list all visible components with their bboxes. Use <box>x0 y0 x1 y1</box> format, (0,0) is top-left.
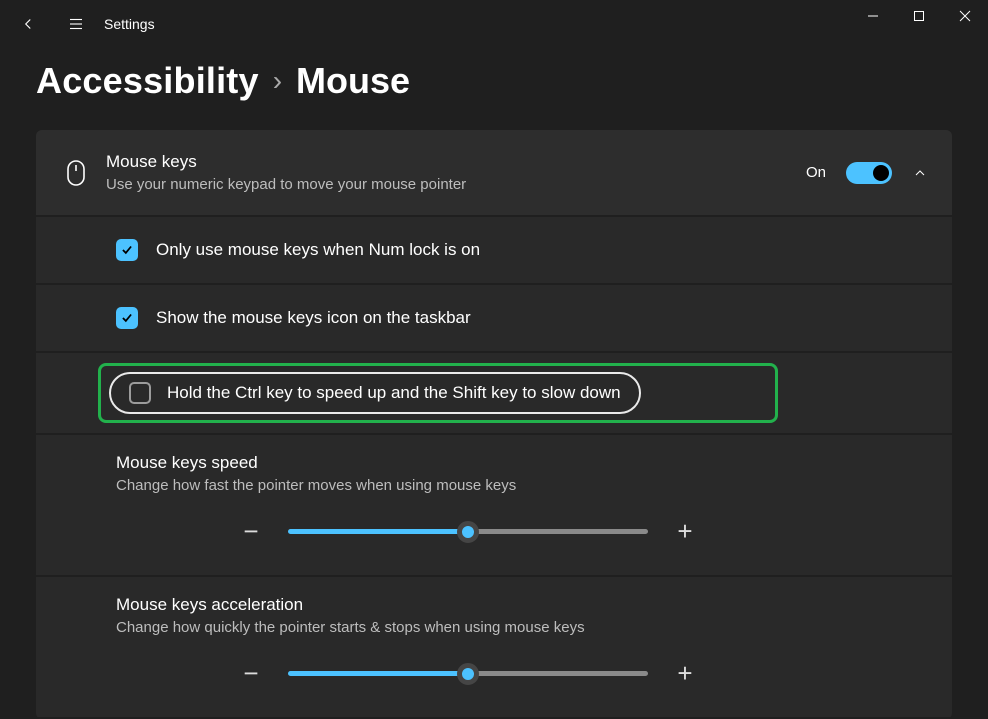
option-taskbar-icon-checkbox[interactable] <box>116 307 138 329</box>
breadcrumb-separator: › <box>273 65 282 97</box>
mouse-icon <box>54 159 98 187</box>
option-taskbar-icon-row[interactable]: Show the mouse keys icon on the taskbar <box>36 285 952 353</box>
mouse-keys-toggle-label: On <box>806 164 826 181</box>
option-numlock-checkbox[interactable] <box>116 239 138 261</box>
breadcrumb-parent[interactable]: Accessibility <box>36 60 259 102</box>
option-ctrl-shift-checkbox[interactable] <box>129 382 151 404</box>
accel-slider[interactable] <box>288 671 648 676</box>
accel-increase-button[interactable]: + <box>670 658 700 689</box>
mouse-keys-toggle[interactable] <box>846 162 892 184</box>
mouse-keys-header-row[interactable]: Mouse keys Use your numeric keypad to mo… <box>36 130 952 217</box>
chevron-up-icon[interactable] <box>912 165 928 181</box>
option-ctrl-shift-label: Hold the Ctrl key to speed up and the Sh… <box>167 383 621 403</box>
mouse-keys-accel-title: Mouse keys acceleration <box>116 595 928 615</box>
highlight-box: Hold the Ctrl key to speed up and the Sh… <box>98 363 778 423</box>
speed-slider-thumb[interactable] <box>457 521 479 543</box>
accel-slider-thumb[interactable] <box>457 663 479 685</box>
menu-button[interactable] <box>52 0 100 48</box>
option-taskbar-icon-label: Show the mouse keys icon on the taskbar <box>156 308 471 328</box>
window-title: Settings <box>104 16 155 32</box>
mouse-keys-speed-subtitle: Change how fast the pointer moves when u… <box>116 477 928 494</box>
back-button[interactable] <box>4 0 52 48</box>
mouse-keys-speed-block: Mouse keys speed Change how fast the poi… <box>36 435 952 577</box>
speed-decrease-button[interactable]: − <box>236 516 266 547</box>
accel-decrease-button[interactable]: − <box>236 658 266 689</box>
speed-slider[interactable] <box>288 529 648 534</box>
maximize-button[interactable] <box>896 0 942 32</box>
mouse-keys-accel-block: Mouse keys acceleration Change how quick… <box>36 577 952 719</box>
option-numlock-label: Only use mouse keys when Num lock is on <box>156 240 480 260</box>
speed-increase-button[interactable]: + <box>670 516 700 547</box>
option-ctrl-shift-row[interactable]: Hold the Ctrl key to speed up and the Sh… <box>36 353 952 435</box>
option-numlock-row[interactable]: Only use mouse keys when Num lock is on <box>36 217 952 285</box>
mouse-keys-accel-subtitle: Change how quickly the pointer starts & … <box>116 619 928 636</box>
mouse-keys-title: Mouse keys <box>106 152 806 172</box>
breadcrumb-current: Mouse <box>296 60 410 102</box>
mouse-keys-subtitle: Use your numeric keypad to move your mou… <box>106 176 806 193</box>
breadcrumb: Accessibility › Mouse <box>36 60 952 102</box>
minimize-button[interactable] <box>850 0 896 32</box>
close-button[interactable] <box>942 0 988 32</box>
mouse-keys-speed-title: Mouse keys speed <box>116 453 928 473</box>
